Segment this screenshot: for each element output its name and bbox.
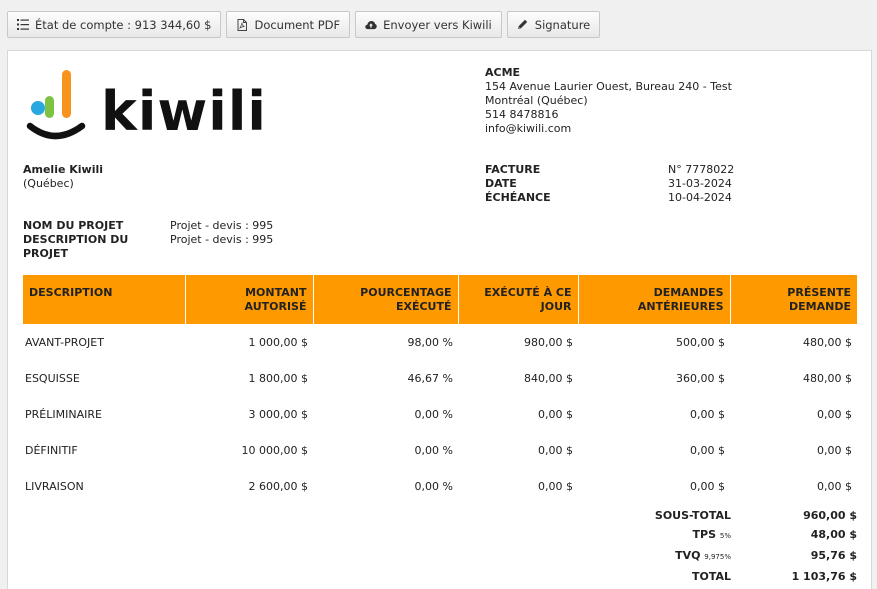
company-address: 154 Avenue Laurier Ouest, Bureau 240 - T… [485, 80, 732, 93]
cell-percent-executed: 46,67 % [407, 371, 453, 385]
cell-previous-requests: 0,00 $ [690, 479, 725, 493]
col-header-current-request: PRÉSENTE DEMANDE [729, 275, 857, 324]
cell-executed-to-date: 0,00 $ [538, 443, 573, 457]
cell-executed-to-date: 0,00 $ [538, 479, 573, 493]
col-header-percent-executed: POURCENTAGE EXÉCUTÉ [312, 275, 458, 324]
cell-previous-requests: 360,00 $ [676, 371, 725, 385]
pencil-icon [517, 19, 529, 31]
project-description: Projet - devis : 995 [170, 233, 274, 246]
cloud-upload-icon [365, 19, 377, 31]
tps-rate: 5% [719, 532, 731, 540]
items-table: DESCRIPTION MONTANT AUTORISÉ POURCENTAGE E… [23, 275, 857, 504]
list-icon [17, 19, 29, 31]
cell-percent-executed: 98,00 % [407, 335, 453, 349]
invoice-number-label: FACTURE [485, 163, 541, 176]
invoice-number: N° 7778022 [668, 163, 735, 176]
col-header-authorized-amount: MONTANT AUTORISÉ [184, 275, 313, 324]
table-header-row: DESCRIPTION MONTANT AUTORISÉ POURCENTAGE E… [23, 275, 857, 324]
tps-value: 48,00 $ [810, 528, 857, 541]
signature-button[interactable]: Signature [506, 11, 601, 38]
cell-description: ESQUISSE [25, 371, 80, 385]
col-header-executed-to-date: EXÉCUTÉ À CE JOUR [457, 275, 578, 324]
total-label: TOTAL [691, 570, 731, 583]
cell-authorized-amount: 3 000,00 $ [248, 407, 308, 421]
company-city: Montréal (Québec) [485, 94, 588, 107]
tps-label: TPS 5% [692, 528, 731, 541]
invoice-due-date: 10-04-2024 [668, 191, 732, 204]
cell-executed-to-date: 980,00 $ [524, 335, 573, 349]
company-info: ACME 154 Avenue Laurier Ouest, Bureau 24… [485, 66, 732, 136]
send-to-kiwili-button[interactable]: Envoyer vers Kiwili [355, 11, 502, 38]
cell-authorized-amount: 10 000,00 $ [241, 443, 308, 457]
col-header-description: DESCRIPTION [23, 275, 185, 324]
tvq-label: TVQ 9,975% [675, 549, 731, 562]
account-statement-button[interactable]: État de compte : 913 344,60 $ [7, 11, 222, 38]
cell-current-request: 0,00 $ [817, 443, 852, 457]
project-name-label: NOM DU PROJET [23, 219, 124, 232]
signature-label: Signature [534, 17, 591, 32]
cell-authorized-amount: 1 800,00 $ [248, 371, 308, 385]
cell-description: PRÉLIMINAIRE [25, 407, 102, 421]
cell-previous-requests: 0,00 $ [690, 407, 725, 421]
pdf-file-icon [236, 18, 248, 31]
totals-block: SOUS-TOTAL 960,00 $ TPS 5% 48,00 $ TVQ 9… [648, 506, 857, 586]
invoice-document: kiwili ACME 154 Avenue Laurier Ouest, Bu… [7, 50, 872, 589]
cell-current-request: 480,00 $ [803, 371, 852, 385]
cell-current-request: 0,00 $ [817, 479, 852, 493]
client-info: Amelie Kiwili (Québec) [23, 163, 103, 191]
tvq-value: 95,76 $ [810, 549, 857, 562]
cell-description: LIVRAISON [25, 479, 84, 493]
tvq-rate: 9,975% [704, 553, 731, 561]
pdf-document-label: Document PDF [254, 17, 341, 32]
table-row: DÉFINITIF 10 000,00 $ 0,00 % 0,00 $ 0,00… [23, 432, 857, 468]
toolbar: État de compte : 913 344,60 $ Document P… [7, 11, 601, 38]
company-email: info@kiwili.com [485, 122, 572, 135]
cell-authorized-amount: 1 000,00 $ [248, 335, 308, 349]
invoice-date-label: DATE [485, 177, 517, 190]
cell-executed-to-date: 0,00 $ [538, 407, 573, 421]
kiwili-wordmark: kiwili [101, 80, 267, 143]
col-header-previous-requests: DEMANDES ANTÉRIEURES [577, 275, 730, 324]
table-row: PRÉLIMINAIRE 3 000,00 $ 0,00 % 0,00 $ 0,… [23, 396, 857, 432]
cell-previous-requests: 0,00 $ [690, 443, 725, 457]
invoice-due-label: ÉCHÉANCE [485, 191, 551, 204]
pdf-document-button[interactable]: Document PDF [226, 11, 351, 38]
table-row: LIVRAISON 2 600,00 $ 0,00 % 0,00 $ 0,00 … [23, 468, 857, 504]
company-name: ACME [485, 66, 521, 79]
project-description-label: DESCRIPTION DU PROJET [23, 233, 129, 260]
invoice-date: 31-03-2024 [668, 177, 732, 190]
cell-current-request: 480,00 $ [803, 335, 852, 349]
cell-percent-executed: 0,00 % [414, 443, 453, 457]
subtotal-label: SOUS-TOTAL [654, 509, 731, 522]
client-name: Amelie Kiwili [23, 163, 104, 176]
table-row: ESQUISSE 1 800,00 $ 46,67 % 840,00 $ 360… [23, 360, 857, 396]
kiwili-logo-mark [26, 70, 86, 140]
account-statement-label: État de compte : 913 344,60 $ [35, 17, 212, 32]
cell-previous-requests: 500,00 $ [676, 335, 725, 349]
subtotal-value: 960,00 $ [803, 509, 857, 522]
company-phone: 514 8478816 [485, 108, 559, 121]
cell-description: DÉFINITIF [25, 443, 78, 457]
cell-executed-to-date: 840,00 $ [524, 371, 573, 385]
send-to-kiwili-label: Envoyer vers Kiwili [383, 17, 492, 32]
cell-description: AVANT-PROJET [25, 335, 104, 349]
cell-authorized-amount: 2 600,00 $ [248, 479, 308, 493]
cell-percent-executed: 0,00 % [414, 407, 453, 421]
cell-current-request: 0,00 $ [817, 407, 852, 421]
client-region: (Québec) [23, 177, 74, 190]
project-info: NOM DU PROJET Projet - devis : 995 DESCR… [23, 219, 273, 261]
table-row: AVANT-PROJET 1 000,00 $ 98,00 % 980,00 $… [23, 324, 857, 360]
invoice-meta: FACTURE N° 7778022 DATE 31-03-2024 ÉCHÉA… [485, 163, 734, 205]
total-value: 1 103,76 $ [791, 570, 857, 583]
project-name: Projet - devis : 995 [170, 219, 274, 232]
cell-percent-executed: 0,00 % [414, 479, 453, 493]
kiwili-logo: kiwili [25, 70, 267, 140]
